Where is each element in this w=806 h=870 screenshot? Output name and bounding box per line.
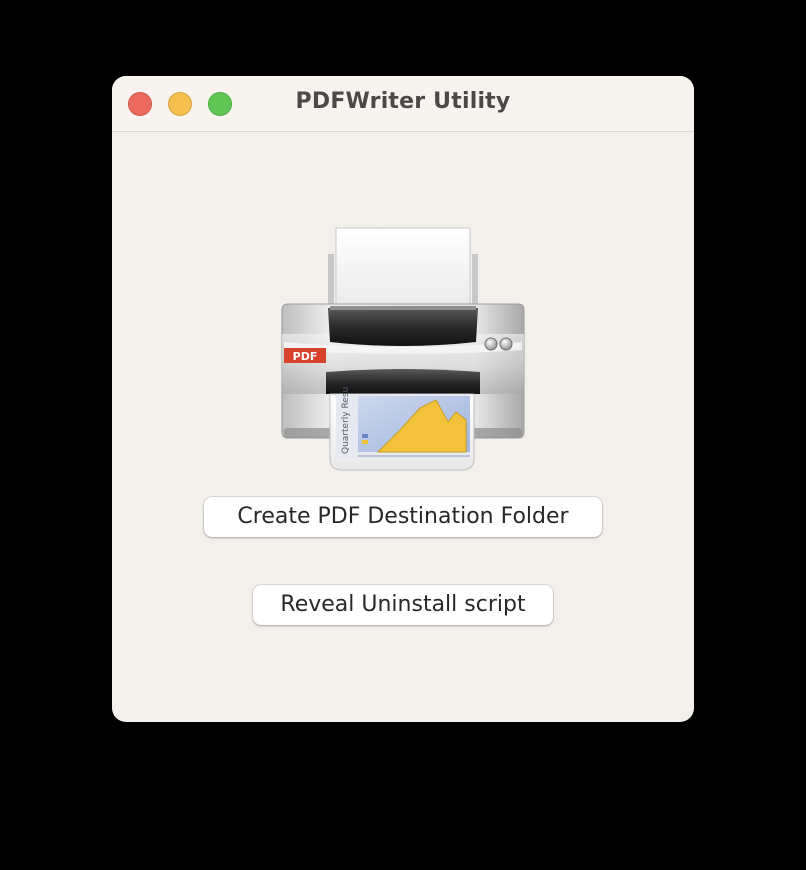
pdf-badge: PDF — [284, 348, 326, 363]
app-window: PDFWriter Utility PDF Quarterly Resu Cre… — [112, 76, 694, 722]
title-bar[interactable]: PDFWriter Utility — [112, 76, 694, 132]
create-pdf-destination-folder-button[interactable]: Create PDF Destination Folder — [204, 497, 602, 537]
printer-knob-icon — [484, 337, 498, 351]
output-paper: Quarterly Resu — [329, 387, 475, 471]
svg-text:Quarterly Resu: Quarterly Resu — [341, 387, 351, 454]
pdf-printer-icon: PDF Quarterly Resu — [281, 227, 525, 471]
window-title: PDFWriter Utility — [295, 89, 511, 114]
svg-text:PDF: PDF — [293, 350, 318, 363]
input-paper — [335, 227, 471, 315]
reveal-uninstall-script-button[interactable]: Reveal Uninstall script — [253, 585, 553, 625]
